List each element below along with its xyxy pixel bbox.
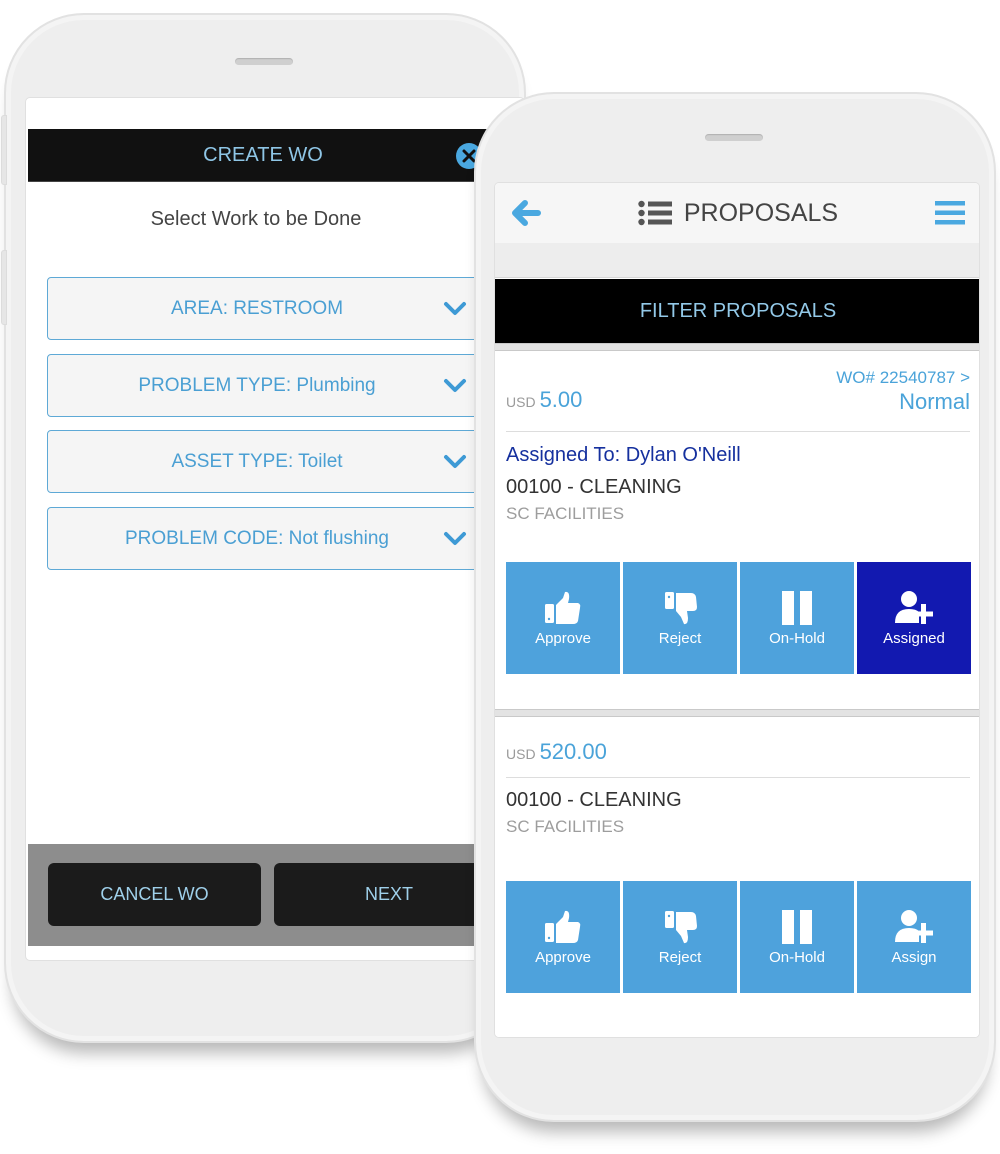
action-label: Assign [891,948,937,966]
currency-label: USD [506,394,536,410]
phone-proposals: PROPOSALS FILTER PROPOSALS USD 5.00 WO# 2… [474,92,996,1122]
organization: SC FACILITIES [506,504,625,523]
area-dropdown[interactable]: AREA: RESTROOM [47,277,507,340]
page-title-text: PROPOSALS [683,198,839,227]
amount-value: 5.00 [539,387,583,412]
create-wo-title: CREATE WO [203,143,323,166]
thumbs-down-icon [665,910,697,943]
list-icon [638,200,672,226]
assigned-button[interactable]: Assigned [857,562,971,674]
phone-speaker [705,134,763,141]
reject-button[interactable]: Reject [623,562,737,674]
on-hold-button[interactable]: On-Hold [740,562,854,674]
assign-button[interactable]: Assign [857,881,971,993]
proposals-screen: PROPOSALS FILTER PROPOSALS USD 5.00 WO# 2… [494,182,980,1038]
dropdown-label: AREA: RESTROOM [170,297,344,319]
card-divider [506,777,970,778]
pause-icon [782,590,812,625]
problem-code-dropdown[interactable]: PROBLEM CODE: Not flushing [47,507,507,570]
thumbs-up-icon [545,591,581,624]
create-wo-screen: CREATE WO Select Work to be Done AREA: R… [25,97,525,961]
hamburger-menu-icon[interactable] [935,200,965,226]
dropdown-label: ASSET TYPE: Toilet [171,450,343,472]
user-plus-icon [895,590,933,624]
action-label: Approve [535,629,591,647]
user-plus-icon [895,909,933,943]
cost-code: 00100 - CLEANING [506,476,682,498]
asset-type-dropdown[interactable]: ASSET TYPE: Toilet [47,430,507,493]
cancel-wo-button[interactable]: CANCEL WO [48,863,261,926]
next-button[interactable]: NEXT [274,863,504,926]
card-divider [506,431,970,432]
currency-label: USD [506,746,536,762]
cost-code: 00100 - CLEANING [506,789,682,811]
action-label: On-Hold [769,948,825,966]
organization: SC FACILITIES [506,817,625,836]
back-arrow-icon[interactable] [510,199,542,227]
create-wo-footer: CANCEL WO NEXT [28,844,524,946]
problem-type-dropdown[interactable]: PROBLEM TYPE: Plumbing [47,354,507,417]
amount-value: 520.00 [539,739,607,764]
action-buttons: Approve Reject On-Hold [506,562,971,674]
action-label: Reject [658,948,702,966]
phone-speaker [235,58,293,65]
topbar-spacer [495,243,979,278]
thumbs-down-icon [665,591,697,624]
proposal-card: USD 520.00 00100 - CLEANING SC FACILITIES… [495,717,979,1037]
filter-proposals-button[interactable]: FILTER PROPOSALS [495,279,979,343]
pause-icon [782,909,812,944]
proposal-amount: USD 5.00 [506,387,582,413]
phone-side-button [1,250,7,325]
thumbs-up-icon [545,910,581,943]
approve-button[interactable]: Approve [506,562,620,674]
phone-create-wo: CREATE WO Select Work to be Done AREA: R… [1,13,526,1043]
section-divider [495,343,979,351]
action-label: Approve [535,948,591,966]
on-hold-button[interactable]: On-Hold [740,881,854,993]
reject-button[interactable]: Reject [623,881,737,993]
phone-side-button [1,115,7,185]
action-label: On-Hold [769,629,825,647]
action-label: Reject [658,629,702,647]
approve-button[interactable]: Approve [506,881,620,993]
wo-number-link[interactable]: WO# 22540787 > [836,368,970,388]
chevron-down-icon [444,532,466,545]
action-label: Assigned [883,629,945,647]
dropdown-label: PROBLEM TYPE: Plumbing [138,374,376,396]
priority-label: Normal [899,389,970,414]
chevron-down-icon [444,302,466,315]
assigned-to-text: Assigned To: Dylan O'Neill [506,444,741,466]
create-wo-header: CREATE WO [28,129,524,182]
proposal-amount: USD 520.00 [506,739,607,765]
create-wo-subtitle: Select Work to be Done [150,208,362,230]
page-title: PROPOSALS [638,199,838,228]
chevron-down-icon [444,379,466,392]
section-divider [495,709,979,717]
proposals-topbar: PROPOSALS [495,183,979,243]
action-buttons: Approve Reject On-Hold [506,881,971,993]
proposal-card: USD 5.00 WO# 22540787 > Normal Assigned T… [495,353,979,709]
chevron-down-icon [444,455,466,468]
dropdown-label: PROBLEM CODE: Not flushing [125,527,389,549]
